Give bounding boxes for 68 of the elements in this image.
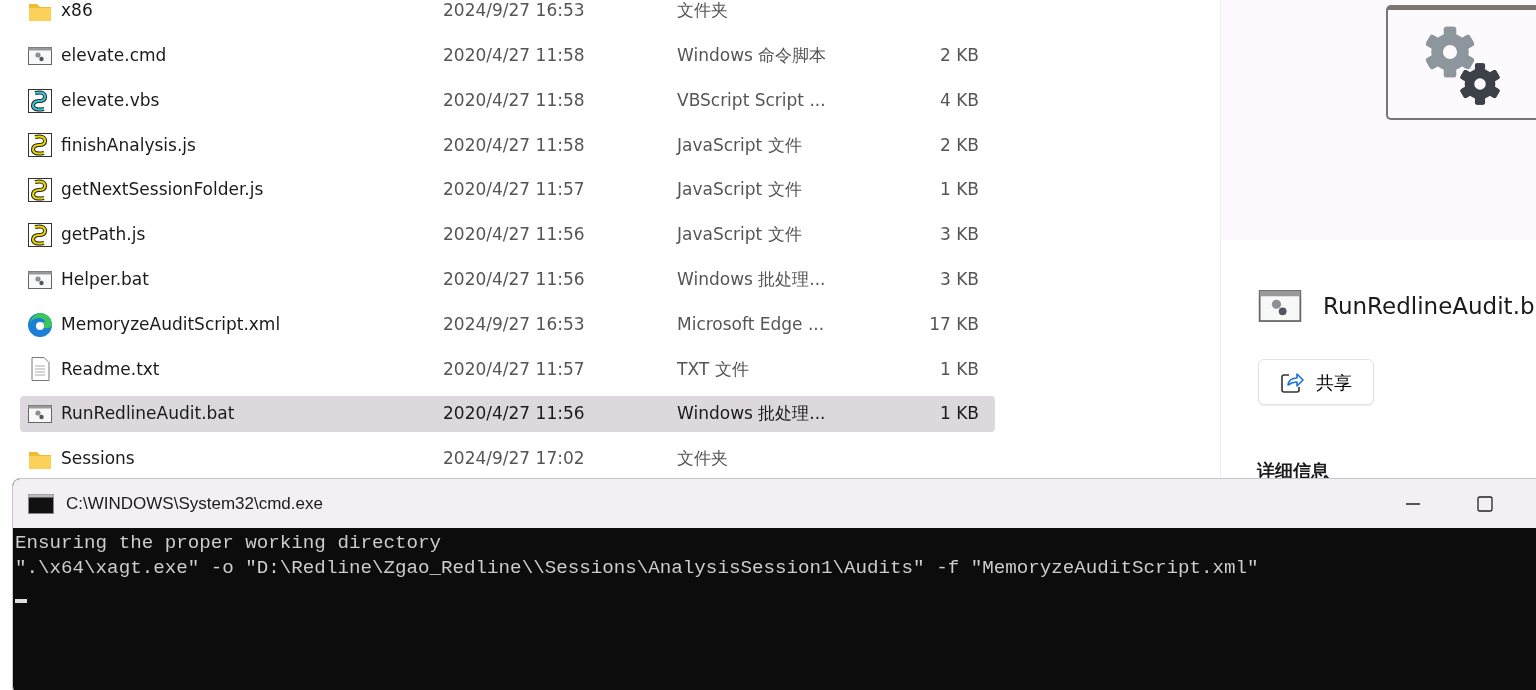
file-row[interactable]: elevate.vbs 2020/4/27 11:58 VBScript Script ... 4 KB [20, 82, 995, 119]
script-icon [27, 222, 53, 248]
file-name: MemoryzeAuditScript.xml [61, 312, 282, 336]
file-size: 4 KB [938, 88, 979, 112]
minimize-icon [1406, 502, 1420, 505]
console-icon [28, 493, 54, 514]
modified-date: 2020/4/27 11:56 [443, 402, 586, 426]
file-row[interactable]: getPath.js 2020/4/27 11:56 JavaScript 文件 3 KB [20, 217, 995, 253]
file-row[interactable]: Helper.bat 2020/4/27 11:56 Windows 批处理... 3 KB [20, 261, 995, 298]
file-row[interactable]: Readme.txt 2020/4/27 11:57 TXT 文件 1 KB [20, 351, 995, 388]
modified-date: 2020/4/27 11:58 [443, 88, 586, 112]
file-type: 文件夹 [677, 447, 729, 471]
file-type: JavaScript 文件 [677, 178, 803, 202]
file-size: 3 KB [938, 268, 979, 292]
file-size: 2 KB [938, 44, 979, 68]
file-name: x86 [61, 0, 94, 23]
file-name: Sessions [61, 447, 136, 471]
file-type: Windows 命令脚本 [677, 44, 828, 68]
file-row[interactable]: getNextSessionFolder.js 2020/4/27 11:57 JavaScript 文件 1 KB [20, 172, 995, 209]
modified-date: 2024/9/27 16:53 [443, 312, 586, 336]
modified-date: 2020/4/27 11:58 [443, 44, 586, 68]
file-row[interactable]: MemoryzeAuditScript.xml 2024/9/27 16:53 Microsoft Edge ... 17 KB [20, 306, 995, 343]
file-type: Windows 批处理... [677, 268, 827, 292]
modified-date: 2020/4/27 11:58 [443, 133, 586, 157]
modified-date: 2020/4/27 11:56 [443, 223, 586, 247]
file-row[interactable]: RunRedlineAudit.bat 2020/4/27 11:56 Windows 批处理... 1 KB [20, 396, 995, 433]
file-name: Helper.bat [61, 268, 150, 292]
file-type: JavaScript 文件 [677, 133, 803, 157]
file-type: VBScript Script ... [677, 88, 827, 112]
modified-date: 2020/4/27 11:56 [443, 268, 586, 292]
file-row[interactable]: finishAnalysis.js 2020/4/27 11:58 JavaScript 文件 2 KB [20, 127, 995, 164]
file-row[interactable]: elevate.cmd 2020/4/27 11:58 Windows 命令脚本 2 KB [20, 37, 995, 74]
file-name: getPath.js [61, 223, 147, 247]
file-row[interactable]: Sessions 2024/9/27 17:02 文件夹 [20, 440, 995, 477]
file-type: TXT 文件 [677, 357, 750, 381]
script-icon [27, 87, 53, 114]
share-icon [1280, 370, 1304, 394]
file-type: JavaScript 文件 [677, 223, 803, 247]
file-name: RunRedlineAudit.bat [61, 402, 236, 426]
edge-icon [27, 311, 53, 338]
modified-date: 2024/9/27 16:53 [443, 0, 586, 23]
file-size: 1 KB [938, 178, 979, 202]
file-type: Microsoft Edge ... [677, 312, 826, 336]
file-size: 3 KB [938, 223, 979, 247]
file-name: elevate.cmd [61, 44, 168, 68]
console-line: Ensuring the proper working directory [15, 531, 442, 556]
file-name: elevate.vbs [61, 88, 161, 112]
script-icon [27, 132, 53, 159]
text-cursor [15, 599, 27, 603]
modified-date: 2020/4/27 11:57 [443, 357, 586, 381]
window-title: C:\WINDOWS\System32\cmd.exe [66, 492, 324, 515]
modified-date: 2024/9/27 17:02 [443, 447, 586, 471]
file-name: Readme.txt [61, 357, 161, 381]
maximize-icon [1477, 495, 1493, 512]
share-button[interactable]: 共享 [1258, 359, 1374, 405]
file-size: 17 KB [928, 312, 979, 336]
modified-date: 2020/4/27 11:57 [443, 178, 586, 202]
file-name: finishAnalysis.js [61, 133, 197, 157]
file-size: 2 KB [938, 133, 979, 157]
file-size: 1 KB [938, 402, 979, 426]
file-name: RunRedlineAudit.b [1323, 291, 1535, 321]
file-size: 1 KB [938, 357, 979, 381]
file-name: getNextSessionFolder.js [61, 178, 265, 202]
file-type: 文件夹 [677, 0, 729, 23]
console-line: ".\x64\xagt.exe" -o "D:\Redline\Zgao_Redline\\Sessions\AnalysisSession1\Audits" -f "MemoryzeAuditScript.xml" [15, 556, 1259, 581]
file-row[interactable]: x86 2024/9/27 16:53 文件夹 [20, 0, 995, 29]
file-type: Windows 批处理... [677, 402, 827, 426]
script-icon [27, 177, 53, 204]
